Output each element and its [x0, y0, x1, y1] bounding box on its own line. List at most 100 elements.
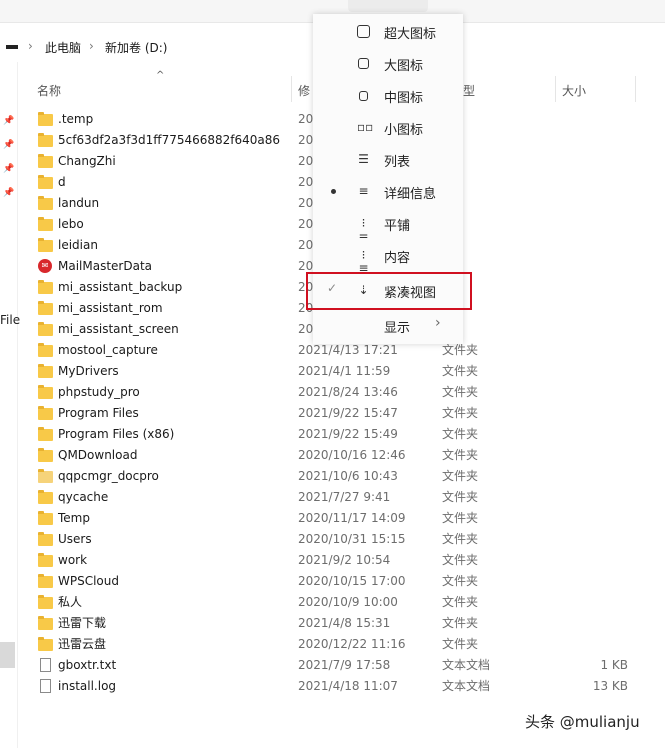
column-divider[interactable] [555, 76, 556, 102]
file-date: 20 [298, 112, 314, 126]
column-modified[interactable]: 修 [298, 82, 310, 99]
folder-icon [38, 196, 53, 210]
file-name: phpstudy_pro [58, 385, 140, 399]
folder-icon [38, 511, 53, 525]
menu-item[interactable]: ☰ 列表 [313, 144, 463, 176]
menu-item[interactable]: ≡ 详细信息 [313, 176, 463, 208]
file-row[interactable]: gboxtr.txt 2021/7/9 17:58 文本文档 1 KB [0, 655, 665, 676]
folder-icon [38, 238, 53, 252]
menu-item-label: 平铺 [384, 219, 411, 234]
menu-item-label: 详细信息 [384, 187, 437, 202]
file-row[interactable]: install.log 2021/4/18 11:07 文本文档 13 KB [0, 676, 665, 697]
file-name: qqpcmgr_docpro [58, 469, 159, 483]
file-type: 文件夹 [442, 511, 479, 525]
file-name: .temp [58, 112, 94, 126]
file-name: 迅雷下载 [58, 616, 107, 630]
file-row[interactable]: Program Files 2021/9/22 15:47 文件夹 [0, 403, 665, 424]
menu-item[interactable]: ⁝≡ 内容 [313, 240, 463, 275]
file-name: install.log [58, 679, 117, 693]
column-type[interactable]: 型 [463, 82, 475, 99]
file-date: 2020/11/17 14:09 [298, 511, 406, 525]
view-toolbar-button[interactable] [348, 0, 428, 12]
file-row[interactable]: work 2021/9/2 10:54 文件夹 [0, 550, 665, 571]
file-name: mi_assistant_rom [58, 301, 163, 315]
file-type: 文件夹 [442, 574, 479, 588]
file-date: 2020/10/16 12:46 [298, 448, 406, 462]
file-date: 2020/10/31 15:15 [298, 532, 406, 546]
folder-icon [38, 406, 53, 420]
menu-item[interactable]: 中图标 [313, 80, 463, 112]
file-row[interactable]: Program Files (x86) 2021/9/22 15:49 文件夹 [0, 424, 665, 445]
menu-item[interactable]: ⁝= 平铺 [313, 208, 463, 243]
folder-icon [38, 448, 53, 462]
file-row[interactable]: 私人 2020/10/9 10:00 文件夹 [0, 592, 665, 613]
column-name[interactable]: 名称 [37, 82, 61, 99]
file-type: 文件夹 [442, 364, 479, 378]
file-row[interactable]: phpstudy_pro 2021/8/24 13:46 文件夹 [0, 382, 665, 403]
menu-item[interactable]: ▫▫ 小图标 [313, 112, 463, 144]
file-type: 文件夹 [442, 490, 479, 504]
file-date: 20 [298, 238, 314, 252]
file-row[interactable]: qycache 2021/7/27 9:41 文件夹 [0, 487, 665, 508]
folder-icon [38, 133, 53, 147]
file-name: ChangZhi [58, 154, 116, 168]
folder-icon [38, 469, 53, 483]
file-type: 文件夹 [442, 532, 479, 546]
file-date: 2021/7/9 17:58 [298, 658, 391, 672]
menu-item-label: 内容 [384, 251, 411, 266]
file-icon [38, 637, 53, 651]
file-icon: ✉ [38, 259, 53, 273]
file-icon [38, 595, 53, 609]
breadcrumb-this-pc[interactable]: 此电脑 [45, 39, 81, 56]
file-icon [38, 427, 53, 441]
file-date: 20 [298, 322, 314, 336]
file-name: gboxtr.txt [58, 658, 117, 672]
file-icon [38, 280, 53, 294]
column-size[interactable]: 大小 [562, 82, 586, 99]
file-name: mi_assistant_backup [58, 280, 183, 294]
file-icon [38, 343, 53, 357]
file-row[interactable]: 迅雷下载 2021/4/8 15:31 文件夹 [0, 613, 665, 634]
file-size: 1 KB [600, 658, 628, 672]
file-type: 文件夹 [442, 385, 479, 399]
file-name: mi_assistant_screen [58, 322, 179, 336]
file-type: 文件夹 [442, 553, 479, 567]
list-icon: ☰ [358, 152, 369, 166]
file-icon [38, 553, 53, 567]
menu-item[interactable]: 超大图标 [313, 16, 463, 48]
file-row[interactable]: qqpcmgr_docpro 2021/10/6 10:43 文件夹 [0, 466, 665, 487]
file-date: 2021/7/27 9:41 [298, 490, 391, 504]
menu-item[interactable]: 显示 › [313, 310, 463, 342]
file-row[interactable]: QMDownload 2020/10/16 12:46 文件夹 [0, 445, 665, 466]
file-row[interactable]: WPSCloud 2020/10/15 17:00 文件夹 [0, 571, 665, 592]
folder-icon [38, 364, 53, 378]
file-date: 20 [298, 133, 314, 147]
text-file-icon [40, 658, 51, 672]
file-row[interactable]: 迅雷云盘 2020/12/22 11:16 文件夹 [0, 634, 665, 655]
file-row[interactable]: MyDrivers 2021/4/1 11:59 文件夹 [0, 361, 665, 382]
menu-item-label: 超大图标 [384, 27, 437, 42]
file-row[interactable]: Users 2020/10/31 15:15 文件夹 [0, 529, 665, 550]
folder-icon [38, 217, 53, 231]
file-icon [38, 511, 53, 525]
compact-view-highlight-box [306, 272, 472, 310]
file-date: 2020/10/15 17:00 [298, 574, 406, 588]
file-icon [38, 469, 53, 483]
file-date: 2021/9/2 10:54 [298, 553, 391, 567]
small-icons-icon: ▫▫ [357, 120, 374, 134]
file-type: 文本文档 [442, 658, 491, 672]
file-icon [38, 154, 53, 168]
file-date: 2021/10/6 10:43 [298, 469, 398, 483]
column-divider[interactable] [635, 76, 636, 102]
file-row[interactable]: Temp 2020/11/17 14:09 文件夹 [0, 508, 665, 529]
breadcrumb-drive-d[interactable]: 新加卷 (D:) [105, 39, 167, 56]
file-date: 2021/4/8 15:31 [298, 616, 391, 630]
folder-icon [38, 343, 53, 357]
column-divider[interactable] [291, 76, 292, 102]
folder-icon [38, 175, 53, 189]
file-name: mostool_capture [58, 343, 158, 357]
file-date: 2020/10/9 10:00 [298, 595, 398, 609]
menu-item[interactable]: 大图标 [313, 48, 463, 80]
folder-icon [38, 616, 53, 630]
content-icon: ⁝≡ [358, 248, 369, 275]
